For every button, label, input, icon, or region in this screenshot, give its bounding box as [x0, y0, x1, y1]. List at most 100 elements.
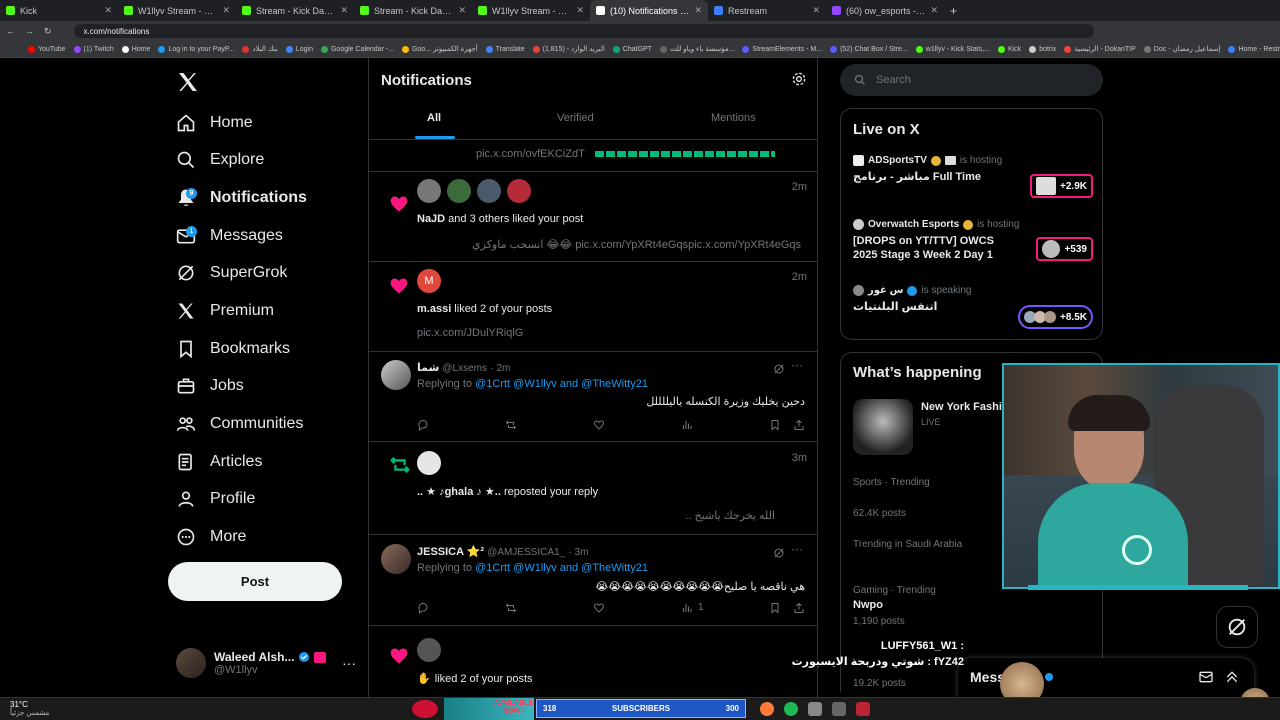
bookmark-item[interactable]: البريد الوارد - (1,815)	[532, 45, 605, 53]
bookmark-item[interactable]: (1) Twitch	[73, 45, 114, 53]
app-icon[interactable]	[808, 702, 822, 716]
live-pill[interactable]: +2.9K	[1030, 174, 1093, 198]
app-icon[interactable]	[832, 702, 846, 716]
close-tab-icon[interactable]: ✕	[694, 5, 702, 16]
close-tab-icon[interactable]: ✕	[576, 5, 584, 16]
live-item[interactable]: ADSportsTV is hosting مباشر - برنامج Ful…	[853, 155, 1093, 205]
host-name[interactable]: س غور	[868, 285, 903, 296]
nav-supergrok[interactable]: SuperGrok	[176, 258, 287, 288]
list-item[interactable]: 3m .. ★ ♪ghala ♪ ★.. reposted your reply…	[369, 442, 817, 535]
search-input[interactable]: Search	[840, 64, 1103, 96]
browser-tab[interactable]: W1llyv Stream - Watch Live on ✕	[118, 0, 236, 21]
views-icon[interactable]	[681, 602, 693, 614]
event-thumbnail[interactable]	[853, 399, 913, 455]
browser-tab[interactable]: W1llyv Stream - Watch Live on ✕	[472, 0, 590, 21]
nav-more[interactable]: More	[176, 522, 246, 552]
grok-icon[interactable]	[773, 363, 785, 375]
author-name[interactable]: JESSICA ⭐²	[417, 546, 484, 558]
account-switcher[interactable]: Waleed Alsh... @W1llyv ···	[176, 646, 356, 680]
list-item[interactable]: M 2m m.assi liked 2 of your posts pic.x.…	[369, 262, 817, 352]
list-item[interactable]: JESSICA ⭐² @AMJESSICA1_ · 3m ··· Replyin…	[369, 535, 817, 626]
actor-name[interactable]: .. ★ ♪ghala ♪ ★..	[417, 486, 501, 498]
live-pill[interactable]: +8.5K	[1018, 305, 1093, 329]
host-name[interactable]: ADSportsTV	[868, 155, 927, 166]
browser-tab[interactable]: (60) ow_esports - Twitch ✕	[826, 0, 944, 21]
bookmark-icon[interactable]	[769, 602, 781, 614]
bookmark-item[interactable]: StreamElements - M...	[742, 45, 822, 53]
nav-home[interactable]: Home	[176, 108, 253, 138]
weather-widget[interactable]: 31°C مشمس جزئياً	[10, 700, 49, 718]
reply-icon[interactable]	[417, 602, 429, 614]
nav-notifications[interactable]: 9 Notifications	[176, 183, 307, 213]
close-tab-icon[interactable]: ✕	[104, 5, 112, 16]
more-icon[interactable]: ···	[791, 542, 803, 556]
trend-item[interactable]: Sports · Trending	[853, 477, 930, 488]
close-tab-icon[interactable]: ✕	[812, 5, 820, 16]
quoted-post-text[interactable]: pic.x.com/JDulYRiqlG	[417, 327, 523, 339]
nav-profile[interactable]: Profile	[176, 484, 255, 514]
quoted-post-text[interactable]: انسحب ماوكزي 😂😂 pic.x.com/YpXRt4eGqspic.…	[429, 238, 801, 251]
trend-item[interactable]: Trending in Saudi Arabia	[853, 539, 962, 550]
account-more-icon[interactable]: ···	[342, 655, 356, 671]
avatar[interactable]: M	[417, 269, 441, 293]
browser-tab[interactable]: Restream ✕	[708, 0, 826, 21]
avatar[interactable]	[417, 638, 441, 662]
bookmark-item[interactable]: ChatGPT	[612, 45, 652, 53]
share-icon[interactable]	[793, 419, 805, 431]
reply-icon[interactable]	[417, 419, 429, 431]
post-button[interactable]: Post	[168, 562, 342, 601]
repost-icon[interactable]	[505, 602, 517, 614]
list-item[interactable]: pic.x.com/ovfEKCiZdT	[369, 140, 817, 172]
author-handle[interactable]: @Lxsems	[442, 363, 487, 374]
x-logo-icon[interactable]	[176, 70, 200, 94]
bookmark-item[interactable]: botrix	[1029, 45, 1056, 53]
grok-button[interactable]	[1216, 606, 1258, 648]
author-name[interactable]: شما	[417, 362, 439, 374]
event-title[interactable]: New York Fashi	[921, 401, 1002, 413]
live-item[interactable]: Overwatch Esports is hosting [DROPS on Y…	[853, 219, 1093, 269]
nav-communities[interactable]: Communities	[176, 409, 303, 439]
like-icon[interactable]	[593, 419, 605, 431]
bookmark-item[interactable]: Google Calendar -...	[320, 45, 394, 53]
nav-articles[interactable]: Articles	[176, 447, 262, 477]
nav-bookmarks[interactable]: Bookmarks	[176, 334, 290, 364]
bookmark-item[interactable]: Login	[285, 45, 313, 53]
more-icon[interactable]: ···	[791, 358, 803, 372]
close-tab-icon[interactable]: ✕	[930, 5, 938, 16]
tab-all[interactable]: All	[427, 112, 441, 124]
actor-name[interactable]: NaJD	[417, 213, 445, 225]
avatar[interactable]	[417, 451, 441, 475]
spotify-icon[interactable]	[784, 702, 798, 716]
bookmark-item[interactable]: (52) Chat Box / Stre...	[830, 45, 908, 53]
app-icon[interactable]	[856, 702, 870, 716]
browser-tab[interactable]: Stream - Kick Dashboard ✕	[236, 0, 354, 21]
bookmark-item[interactable]: YouTube	[28, 45, 66, 53]
replying-to-users[interactable]: @1Crtt @W1llyv and @TheWitty21	[475, 562, 648, 574]
bookmark-item[interactable]: Goo... أجهزة الكمبيوتر	[402, 45, 478, 53]
quoted-post-text[interactable]: الله يخرجك ياشيخ ..	[429, 509, 775, 522]
close-tab-icon[interactable]: ✕	[222, 5, 230, 16]
avatar[interactable]	[477, 179, 501, 203]
views-icon[interactable]	[681, 419, 693, 431]
live-pill[interactable]: +539	[1036, 237, 1093, 261]
trend-item[interactable]: Gaming · Trending Nwpo	[853, 585, 936, 611]
app-icon[interactable]	[760, 702, 774, 716]
avatar[interactable]	[381, 360, 411, 390]
grok-icon[interactable]	[773, 547, 785, 559]
close-tab-icon[interactable]: ✕	[458, 5, 466, 16]
list-item[interactable]: شما @Lxsems · 2m ··· Replying to @1Crtt …	[369, 352, 817, 442]
bookmark-item[interactable]: بنك البلاد	[242, 45, 278, 53]
bookmark-item[interactable]: الرئيسية - DokanTIP	[1064, 45, 1136, 53]
new-tab-button[interactable]: +	[950, 4, 957, 18]
bookmark-item[interactable]: Kick	[997, 45, 1021, 53]
avatar[interactable]	[507, 179, 531, 203]
bookmark-item[interactable]: Doc - إسماعيل رمضان	[1143, 45, 1220, 53]
avatar[interactable]	[447, 179, 471, 203]
forward-icon[interactable]: →	[25, 26, 34, 36]
tab-mentions[interactable]: Mentions	[711, 112, 756, 124]
bookmark-item[interactable]: Home	[121, 45, 150, 53]
quoted-link[interactable]: pic.x.com/ovfEKCiZdT	[476, 148, 585, 160]
repost-icon[interactable]	[505, 419, 517, 431]
browser-tab[interactable]: Kick ✕	[0, 0, 118, 21]
browser-tab[interactable]: Stream - Kick Dashboard ✕	[354, 0, 472, 21]
